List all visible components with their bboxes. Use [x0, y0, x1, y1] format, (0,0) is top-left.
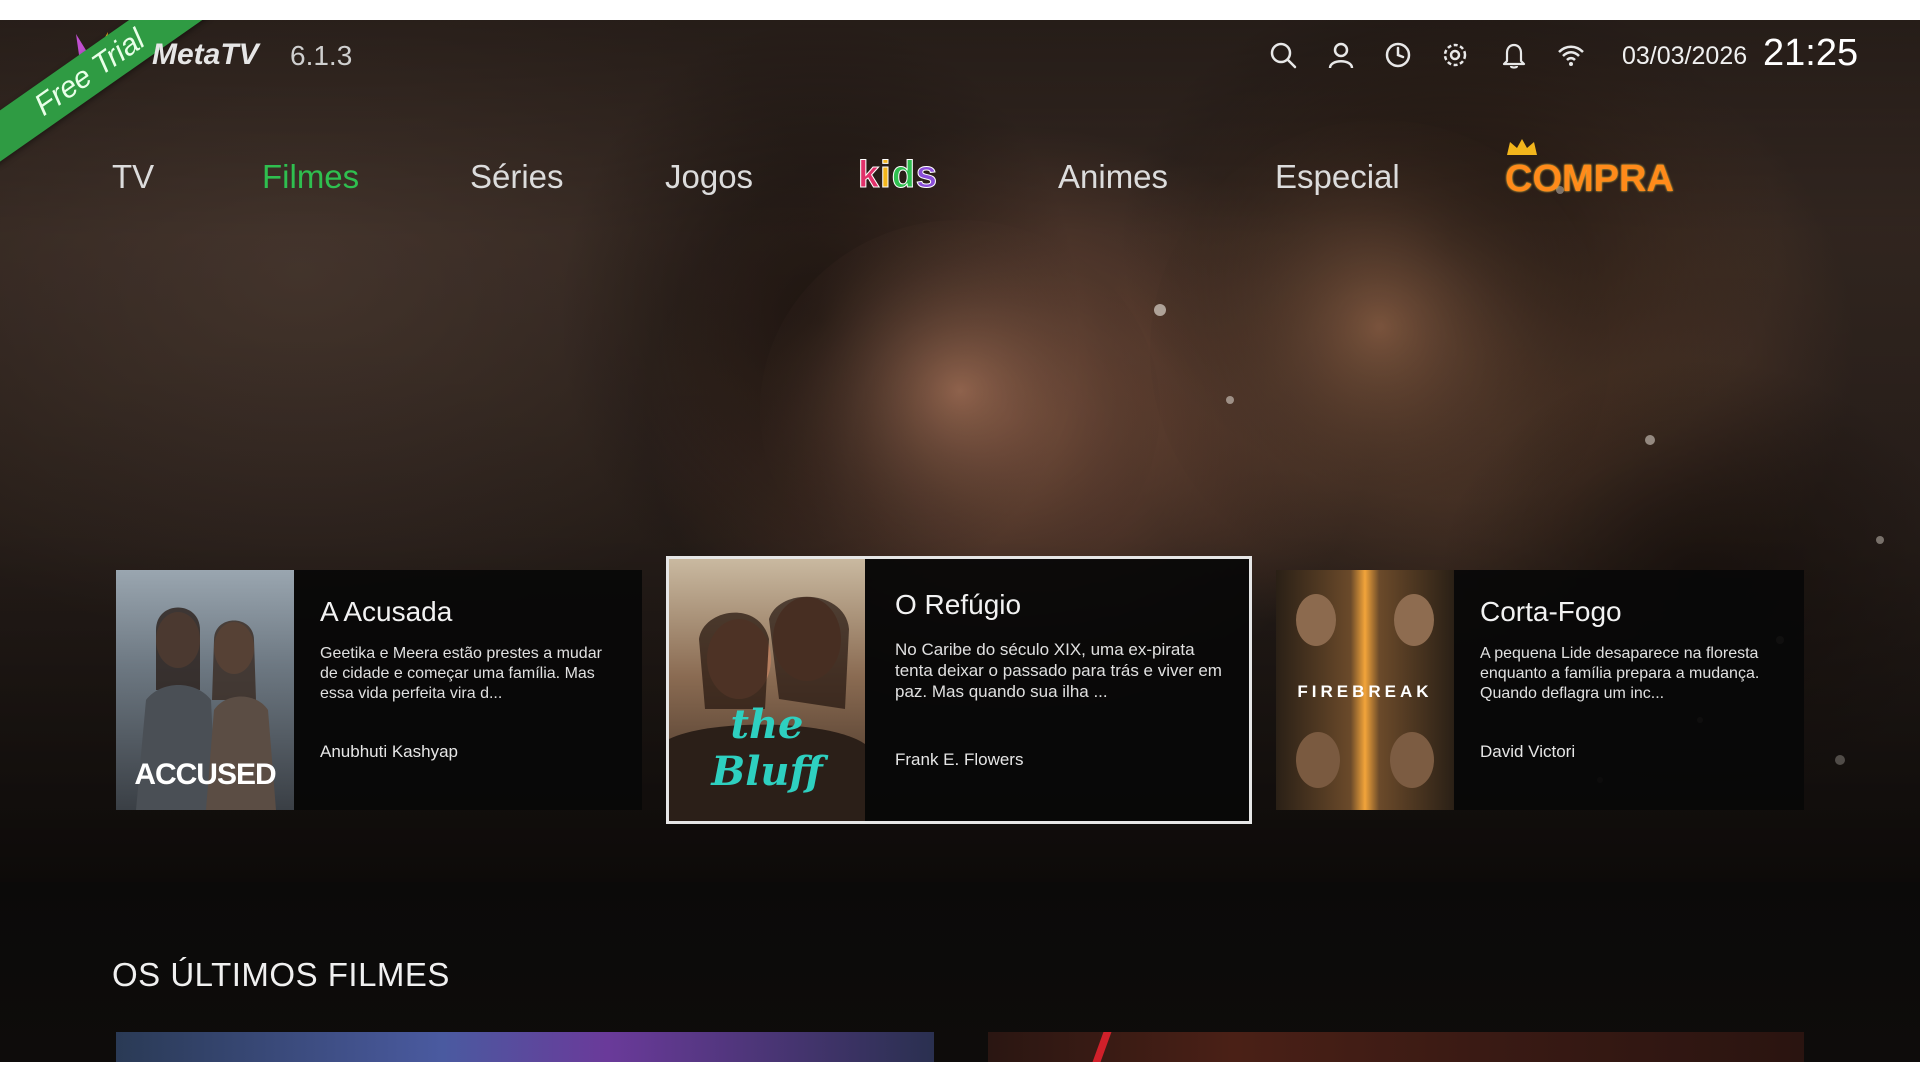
kids-letter: k	[857, 154, 881, 197]
nav-tab-series[interactable]: Séries	[470, 158, 564, 196]
movie-director: David Victori	[1480, 742, 1576, 761]
nav-tab-kids[interactable]: kids	[857, 154, 939, 197]
nav-tab-filmes[interactable]: Filmes	[262, 158, 359, 196]
poster-image: FIREBREAK	[1276, 570, 1454, 810]
date-display: 03/03/2026	[1622, 42, 1748, 70]
section-title: OS ÚLTIMOS FILMES	[112, 956, 450, 993]
nav-tab-tv[interactable]: TV	[112, 158, 154, 196]
movie-title: O Refúgio	[895, 589, 1022, 620]
time-display: 21:25	[1763, 32, 1859, 74]
featured-card-corta-fogo[interactable]: FIREBREAK Corta-Fogo A pequena Lide desa…	[1276, 570, 1804, 810]
wifi-icon[interactable]	[1554, 38, 1588, 72]
movie-description: A pequena Lide desaparece na floresta en…	[1480, 645, 1760, 702]
user-icon[interactable]	[1324, 38, 1358, 72]
search-icon[interactable]	[1266, 38, 1300, 72]
history-icon[interactable]	[1381, 38, 1415, 72]
nav-tab-especial[interactable]: Especial	[1275, 158, 1400, 196]
movie-director: Frank E. Flowers	[895, 750, 1024, 769]
app-version: 6.1.3	[290, 40, 353, 71]
bell-icon[interactable]	[1497, 38, 1531, 72]
poster-title: FIREBREAK	[1297, 682, 1433, 701]
movie-description: No Caribe do século XIX, uma ex-pirata t…	[895, 640, 1222, 701]
latest-movie-thumbnail[interactable]	[116, 1032, 934, 1062]
featured-card-a-acusada[interactable]: ACCUSED A Acusada Geetika e Meera estão …	[116, 570, 642, 810]
kids-letter: s	[915, 154, 939, 197]
movie-title: Corta-Fogo	[1480, 596, 1622, 627]
nav-tab-jogos[interactable]: Jogos	[665, 158, 753, 196]
poster-title: ACCUSED	[134, 758, 276, 791]
movie-description: Geetika e Meera estão prestes a mudar de…	[320, 645, 602, 702]
nav-tab-kids-label: kids	[857, 154, 939, 197]
nav-tab-animes[interactable]: Animes	[1058, 158, 1168, 196]
settings-icon[interactable]	[1438, 38, 1472, 72]
featured-card-o-refugio[interactable]: the Bluff O Refúgio No Caribe do século …	[666, 556, 1252, 824]
nav-tab-compra[interactable]: COMPRA	[1505, 158, 1674, 201]
app-name: MetaTV	[152, 38, 259, 71]
thumbnail-accent	[1092, 1032, 1112, 1062]
main-nav: TV Filmes Séries Jogos kids Animes Espec…	[0, 150, 1920, 230]
poster-image: ACCUSED	[116, 570, 294, 810]
movie-title: A Acusada	[320, 596, 453, 627]
crown-icon	[1507, 139, 1537, 155]
latest-movie-thumbnail[interactable]	[988, 1032, 1804, 1062]
poster-title: the Bluff	[711, 701, 823, 795]
kids-letter: d	[891, 154, 916, 197]
app-window: Free Trial MetaTV 6.1.3 03/03/2026 21:25…	[0, 20, 1920, 1062]
poster-image: the Bluff	[669, 559, 865, 821]
kids-letter: i	[880, 154, 892, 197]
movie-director: Anubhuti Kashyap	[320, 742, 458, 761]
